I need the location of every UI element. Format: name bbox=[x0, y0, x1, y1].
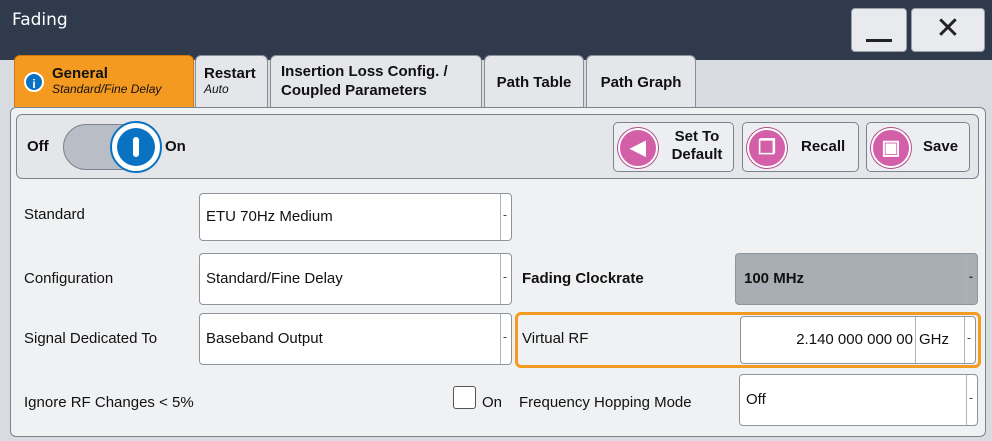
signal-dedicated-label: Signal Dedicated To bbox=[24, 330, 158, 347]
title-bar bbox=[0, 0, 992, 60]
frequency-hopping-select[interactable]: Off bbox=[739, 374, 978, 426]
set-to-default-label: Set To Default bbox=[666, 128, 728, 164]
ignore-rf-changes-checkbox[interactable] bbox=[453, 386, 476, 409]
set-to-default-button[interactable]: ◀ Set To Default bbox=[613, 122, 734, 172]
signal-dedicated-value: Baseband Output bbox=[206, 330, 323, 347]
fading-clockrate-label: Fading Clockrate bbox=[522, 270, 644, 287]
fading-clockrate-value: 100 MHz bbox=[744, 270, 805, 287]
dropdown-icon bbox=[966, 254, 977, 304]
tab-insertion-label-2: Coupled Parameters bbox=[281, 82, 427, 99]
fading-clockrate-select[interactable]: 100 MHz bbox=[735, 253, 978, 305]
virtual-rf-input[interactable]: 2.140 000 000 00 GHz bbox=[740, 316, 976, 364]
folder-icon: ❒ bbox=[747, 128, 787, 168]
info-icon: i bbox=[24, 72, 44, 92]
close-button[interactable]: ✕ bbox=[911, 8, 985, 52]
minimize-button[interactable] bbox=[851, 8, 907, 52]
virtual-rf-label: Virtual RF bbox=[522, 330, 589, 347]
save-button[interactable]: ▣ Save bbox=[866, 122, 970, 172]
tab-general[interactable]: i General Standard/Fine Delay bbox=[14, 55, 194, 107]
standard-value: ETU 70Hz Medium bbox=[206, 208, 333, 225]
tab-insertion-label-1: Insertion Loss Config. / bbox=[281, 63, 448, 80]
frequency-hopping-value: Off bbox=[746, 391, 766, 408]
dropdown-icon bbox=[964, 317, 975, 363]
tab-restart-sub: Auto bbox=[204, 82, 229, 96]
tab-general-label: General bbox=[52, 65, 108, 82]
tab-restart[interactable]: Restart Auto bbox=[195, 55, 268, 107]
set-to-default-label-line1: Set To bbox=[674, 128, 720, 145]
standard-label: Standard bbox=[24, 206, 85, 223]
close-icon: ✕ bbox=[935, 12, 961, 45]
save-label: Save bbox=[923, 138, 959, 155]
virtual-rf-unit[interactable]: GHz bbox=[915, 317, 965, 363]
tab-path-table-label: Path Table bbox=[496, 74, 572, 91]
dropdown-icon bbox=[500, 194, 511, 240]
dropdown-icon bbox=[500, 314, 511, 364]
tab-path-table[interactable]: Path Table bbox=[484, 55, 584, 107]
tab-restart-label: Restart bbox=[204, 65, 256, 82]
configuration-value: Standard/Fine Delay bbox=[206, 270, 343, 287]
window-title: Fading bbox=[12, 10, 68, 30]
ignore-rf-changes-on-label: On bbox=[482, 394, 503, 411]
tab-path-graph-label: Path Graph bbox=[600, 74, 682, 91]
ignore-rf-changes-label: Ignore RF Changes < 5% bbox=[24, 394, 194, 411]
save-icon: ▣ bbox=[871, 128, 911, 168]
toggle-knob[interactable] bbox=[110, 121, 162, 173]
recall-label: Recall bbox=[801, 138, 846, 155]
configuration-select[interactable]: Standard/Fine Delay bbox=[199, 253, 512, 305]
on-label: On bbox=[165, 138, 186, 155]
tab-insertion-loss[interactable]: Insertion Loss Config. / Coupled Paramet… bbox=[270, 55, 482, 107]
tab-path-graph[interactable]: Path Graph bbox=[586, 55, 696, 107]
dropdown-icon bbox=[966, 375, 977, 425]
frequency-hopping-label: Frequency Hopping Mode bbox=[519, 394, 692, 411]
configuration-label: Configuration bbox=[24, 270, 114, 287]
minimize-icon bbox=[866, 39, 892, 42]
recall-button[interactable]: ❒ Recall bbox=[742, 122, 859, 172]
tab-general-sub: Standard/Fine Delay bbox=[52, 82, 162, 96]
set-to-default-label-line2: Default bbox=[671, 146, 723, 163]
off-label: Off bbox=[27, 138, 49, 155]
power-icon bbox=[117, 128, 155, 166]
virtual-rf-value: 2.140 000 000 00 bbox=[796, 331, 913, 348]
signal-dedicated-select[interactable]: Baseband Output bbox=[199, 313, 512, 365]
dropdown-icon bbox=[500, 254, 511, 304]
arrow-left-icon: ◀ bbox=[618, 128, 658, 168]
standard-select[interactable]: ETU 70Hz Medium bbox=[199, 193, 512, 241]
